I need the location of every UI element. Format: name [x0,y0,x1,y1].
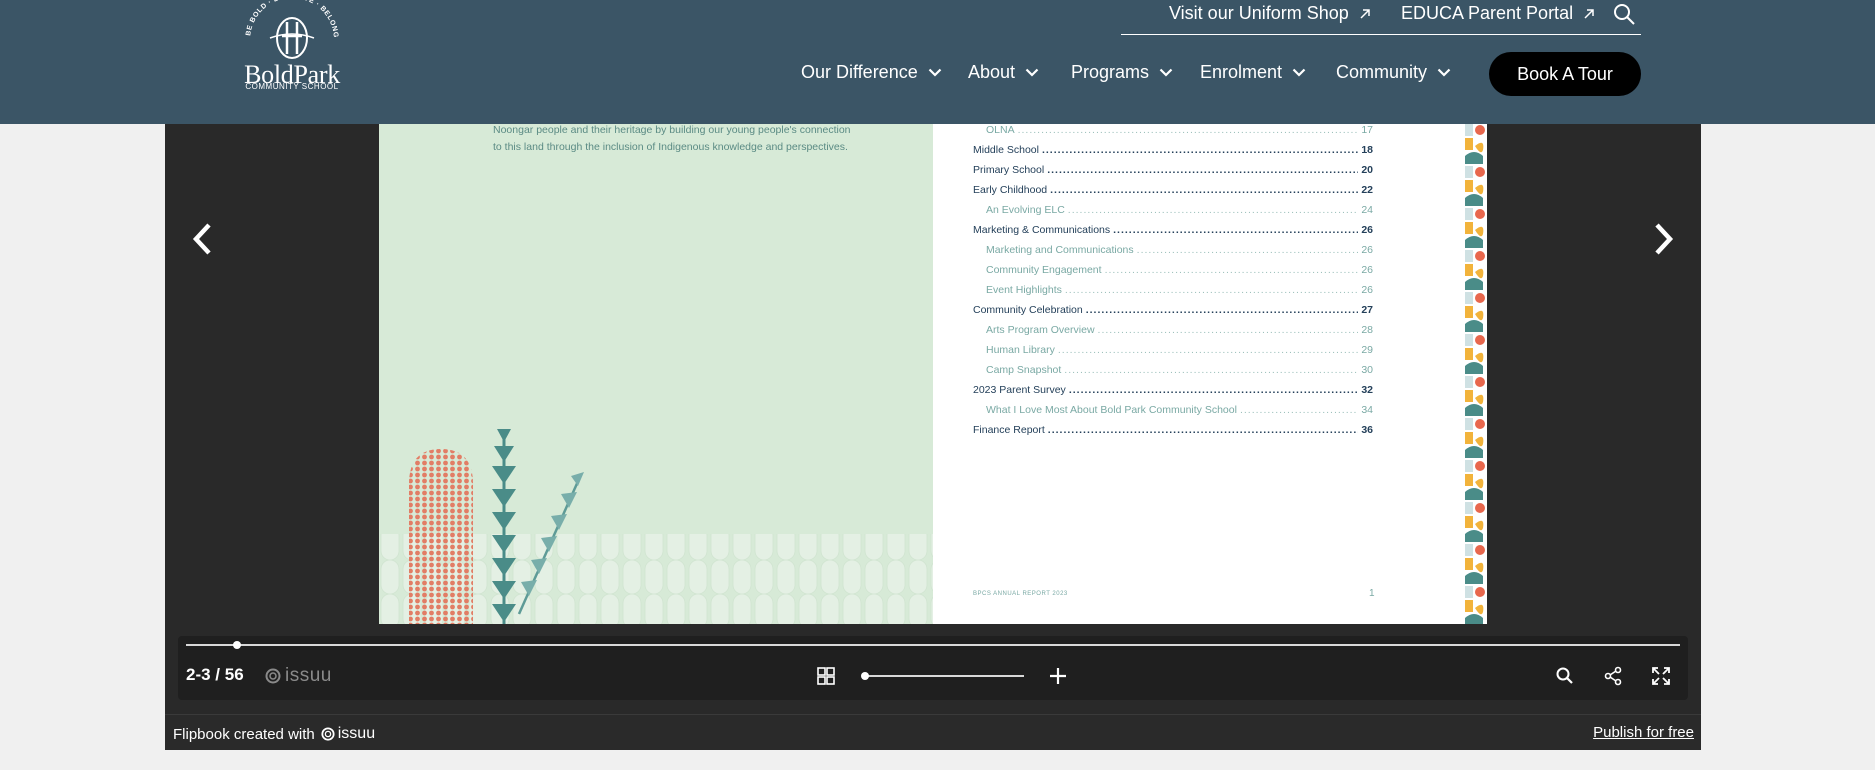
nav-our-difference-label: Our Difference [801,62,918,82]
nav-enrolment[interactable]: Enrolment [1200,62,1306,83]
toc-entry[interactable]: OLNA....................................… [986,124,1373,144]
flipbook-viewer: Noongar people and their heritage by bui… [165,124,1701,750]
flipbook-page-left: Noongar people and their heritage by bui… [379,124,933,624]
external-link-icon [1584,8,1594,19]
parent-portal-link[interactable]: EDUCA Parent Portal [1401,3,1595,24]
page-text-line: Noongar people and their heritage by bui… [493,124,851,136]
toc-entry[interactable]: Finance Report..........................… [973,424,1373,444]
toc-entry[interactable]: Event Highlights........................… [986,284,1373,304]
chevron-down-icon [1437,68,1451,77]
page-text-line: to this land through the inclusion of In… [493,141,848,153]
toc-entry[interactable]: Early Childhood.........................… [973,184,1373,204]
parent-portal-label: EDUCA Parent Portal [1401,3,1574,23]
nav-about[interactable]: About [968,62,1039,83]
share-icon[interactable] [1602,665,1624,687]
zoom-slider-handle[interactable] [861,672,869,680]
uniform-shop-link[interactable]: Visit our Uniform Shop [1169,3,1371,24]
page-progress-handle[interactable] [232,641,241,649]
top-links-divider [1121,34,1641,35]
toc-entry[interactable]: Primary School..........................… [973,164,1373,184]
toc-entry[interactable]: Arts Program Overview...................… [986,324,1373,344]
chevron-down-icon [928,68,941,77]
toc-entry[interactable]: Community Celebration...................… [973,304,1373,324]
viewer-controls: 2-3 / 56 issuu [178,636,1688,700]
flipbook-page-right: OLNA....................................… [933,124,1487,624]
search-icon[interactable] [1554,665,1576,687]
chevron-down-icon [1292,68,1306,77]
page-footer-title: BPCS ANNUAL REPORT 2023 [973,591,1068,597]
page-illustration [379,429,933,624]
toc-entry[interactable]: Marketing & Communications..............… [973,224,1373,244]
issuu-logo[interactable]: issuu [321,725,375,743]
nav-programs[interactable]: Programs [1071,62,1173,83]
site-header: BE BOLD · BE BRAVE · BELONG BoldPark COM… [0,0,1875,124]
school-logo[interactable]: BE BOLD · BE BRAVE · BELONG BoldPark COM… [240,0,344,92]
logo-subtitle: COMMUNITY SCHOOL [245,82,339,91]
nav-our-difference[interactable]: Our Difference [801,62,942,83]
toc-entry[interactable]: What I Love Most About Bold Park Communi… [986,404,1373,424]
toc-entry[interactable]: Marketing and Communications............… [986,244,1373,264]
logo-emblem: BE BOLD · BE BRAVE · BELONG [245,0,339,59]
nav-community-label: Community [1336,62,1428,82]
grid-view-icon[interactable] [815,665,837,687]
issuu-footer-bar: Flipbook created with issuu Publish for … [165,714,1701,750]
toc-entry[interactable]: Middle School...........................… [973,144,1373,164]
issuu-mark-icon [265,668,281,684]
page-footer-number: 1 [1369,588,1375,599]
issuu-wordmark: issuu [285,665,332,686]
chevron-down-icon [1025,68,1039,77]
nav-about-label: About [968,62,1016,82]
nav-enrolment-label: Enrolment [1200,62,1283,82]
svg-text:BE BOLD · BE BRAVE · BELONG: BE BOLD · BE BRAVE · BELONG [245,0,339,38]
search-icon[interactable] [1612,2,1636,26]
toc-entry[interactable]: 2023 Parent Survey......................… [973,384,1373,404]
issuu-logo[interactable]: issuu [265,665,332,687]
external-link-icon [1360,8,1370,19]
page-progress-track[interactable] [186,644,1680,646]
decorative-border [1463,124,1487,624]
toc-entry[interactable]: Community Engagement....................… [986,264,1373,284]
zoom-in-icon[interactable] [1047,665,1069,687]
nav-community[interactable]: Community [1336,62,1451,83]
nav-programs-label: Programs [1071,62,1150,82]
uniform-shop-label: Visit our Uniform Shop [1169,3,1349,23]
fullscreen-icon[interactable] [1650,665,1672,687]
book-tour-button[interactable]: Book A Tour [1489,52,1641,96]
flipbook-credit-text: Flipbook created with [173,725,315,743]
issuu-wordmark: issuu [337,725,376,742]
page-counter: 2-3 / 56 [186,665,244,684]
toc-entry[interactable]: Camp Snapshot...........................… [986,364,1373,384]
flipbook-credit: Flipbook created with issuu [173,725,375,743]
chevron-down-icon [1159,68,1173,77]
toc-entry[interactable]: Human Library...........................… [986,344,1373,364]
toc-entry[interactable]: An Evolving ELC.........................… [986,204,1373,224]
publish-for-free-link[interactable]: Publish for free [1593,724,1694,741]
zoom-slider-track[interactable] [864,675,1024,677]
previous-page-arrow[interactable] [187,219,217,259]
next-page-arrow[interactable] [1649,219,1679,259]
issuu-mark-icon [321,727,335,741]
